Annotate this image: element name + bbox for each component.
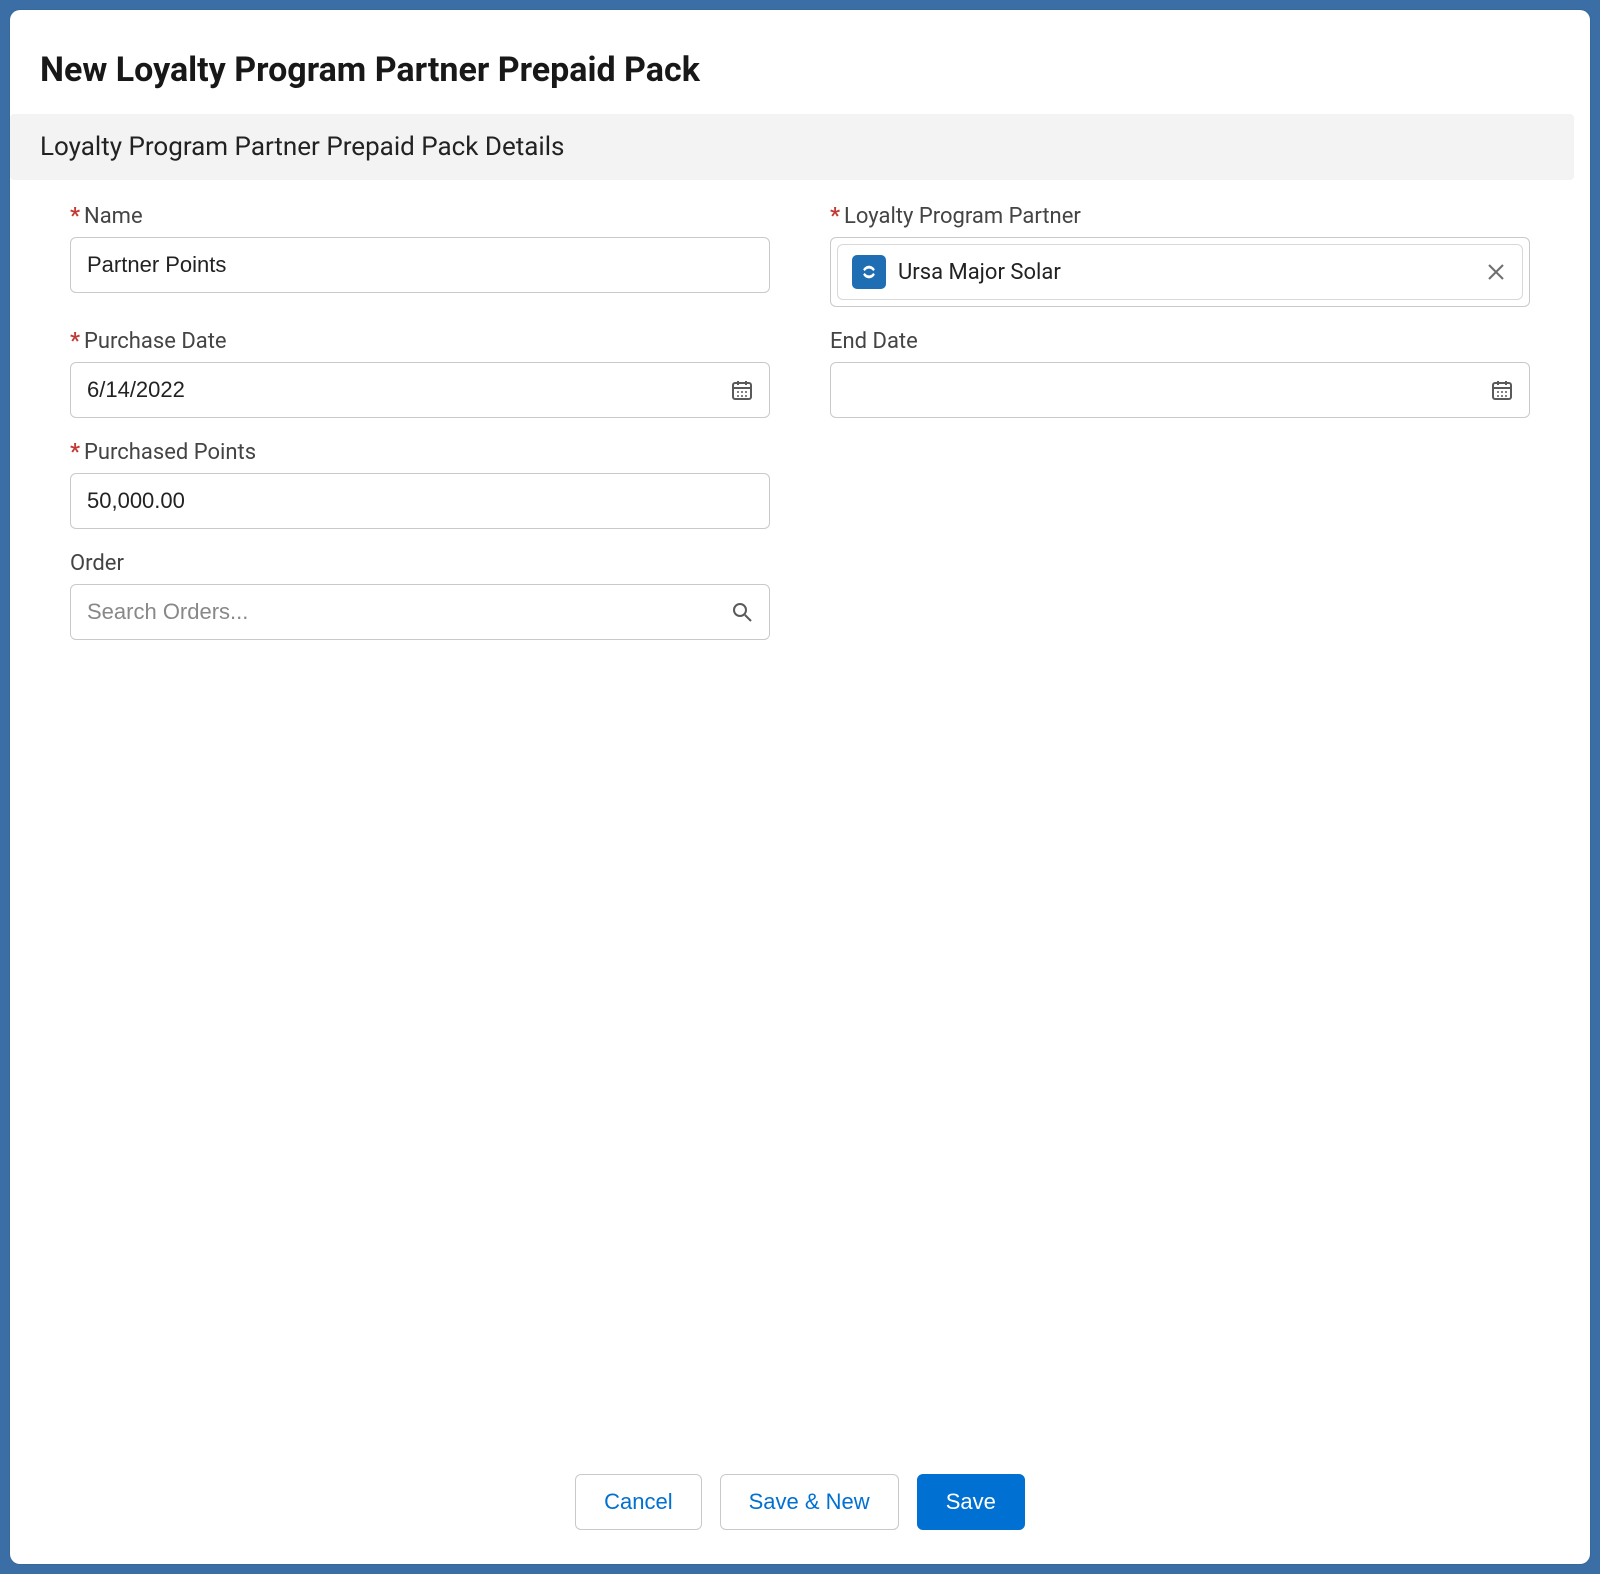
name-input[interactable] bbox=[70, 237, 770, 293]
end-date-input[interactable] bbox=[830, 362, 1530, 418]
field-purchased-points: Purchased Points bbox=[70, 440, 770, 529]
partner-lookup[interactable]: Ursa Major Solar bbox=[830, 237, 1530, 307]
modal-header: New Loyalty Program Partner Prepaid Pack bbox=[10, 10, 1590, 114]
partner-pill: Ursa Major Solar bbox=[837, 244, 1523, 300]
save-and-new-button[interactable]: Save & New bbox=[720, 1474, 899, 1530]
field-purchase-date: Purchase Date bbox=[70, 329, 770, 418]
section-header: Loyalty Program Partner Prepaid Pack Det… bbox=[10, 114, 1574, 180]
modal-title: New Loyalty Program Partner Prepaid Pack bbox=[40, 50, 1550, 90]
modal-footer: Cancel Save & New Save bbox=[10, 1449, 1590, 1564]
input-wrap-purchased-points bbox=[70, 473, 770, 529]
label-partner: Loyalty Program Partner bbox=[830, 204, 1530, 229]
field-end-date: End Date bbox=[830, 329, 1530, 418]
save-button[interactable]: Save bbox=[917, 1474, 1025, 1530]
partner-selected-label: Ursa Major Solar bbox=[898, 260, 1472, 285]
label-name: Name bbox=[70, 204, 770, 229]
partner-remove-icon[interactable] bbox=[1484, 260, 1508, 284]
label-end-date: End Date bbox=[830, 329, 1530, 354]
section-title: Loyalty Program Partner Prepaid Pack Det… bbox=[40, 132, 1544, 162]
purchased-points-input[interactable] bbox=[70, 473, 770, 529]
calendar-icon[interactable] bbox=[1490, 378, 1514, 402]
partner-icon bbox=[852, 255, 886, 289]
input-wrap-order bbox=[70, 584, 770, 640]
field-name: Name bbox=[70, 204, 770, 307]
calendar-icon[interactable] bbox=[730, 378, 754, 402]
input-wrap-end-date bbox=[830, 362, 1530, 418]
order-search-input[interactable] bbox=[70, 584, 770, 640]
label-purchase-date: Purchase Date bbox=[70, 329, 770, 354]
cancel-button[interactable]: Cancel bbox=[575, 1474, 701, 1530]
modal-dialog: New Loyalty Program Partner Prepaid Pack… bbox=[10, 10, 1590, 1564]
purchase-date-input[interactable] bbox=[70, 362, 770, 418]
input-wrap-purchase-date bbox=[70, 362, 770, 418]
field-partner: Loyalty Program Partner Ursa Major Solar bbox=[830, 204, 1530, 307]
input-wrap-name bbox=[70, 237, 770, 293]
field-order: Order bbox=[70, 551, 770, 640]
form-area: Name Loyalty Program Partner Ursa Major … bbox=[10, 180, 1590, 1449]
label-order: Order bbox=[70, 551, 770, 576]
label-purchased-points: Purchased Points bbox=[70, 440, 770, 465]
